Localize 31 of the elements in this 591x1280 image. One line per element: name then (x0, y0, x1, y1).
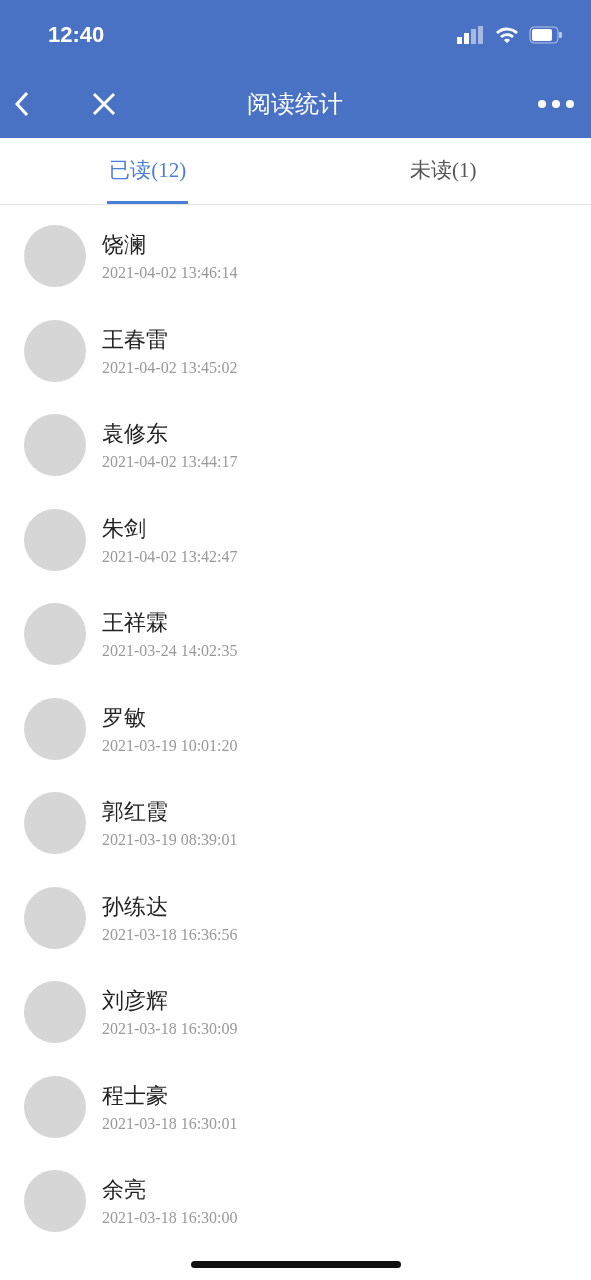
read-time: 2021-03-19 10:01:20 (102, 736, 238, 755)
more-icon[interactable] (537, 99, 575, 109)
battery-icon (529, 26, 563, 44)
status-time: 12:40 (48, 22, 105, 48)
wifi-icon (495, 26, 519, 44)
read-time: 2021-03-18 16:30:00 (102, 1209, 238, 1228)
reader-name: 袁修东 (102, 420, 169, 449)
tab[interactable]: 未读(1) (408, 138, 479, 204)
read-time: 2021-04-02 13:44:17 (102, 453, 238, 472)
read-time: 2021-04-02 13:46:14 (102, 264, 238, 283)
reader-name: 刘彦辉 (102, 987, 169, 1016)
read-time: 2021-04-02 13:42:47 (102, 547, 238, 566)
signal-icon (457, 26, 485, 44)
reader-name: 程士豪 (102, 1081, 169, 1110)
tab[interactable]: 已读(12) (107, 138, 189, 204)
read-time: 2021-03-18 16:36:56 (102, 925, 238, 944)
read-time: 2021-03-19 08:39:01 (102, 831, 238, 850)
close-icon[interactable] (92, 92, 116, 116)
reader-name: 饶澜 (102, 231, 147, 260)
reader-name: 罗敏 (102, 703, 147, 732)
page-title: 阅读统计 (245, 89, 344, 120)
reader-name: 朱剑 (102, 514, 147, 543)
read-time: 2021-04-02 13:45:02 (102, 358, 238, 377)
reader-name: 孙练达 (102, 892, 169, 921)
reader-name: 王祥霖 (102, 609, 169, 638)
reader-name: 王春雷 (102, 325, 169, 354)
reader-name: 郭红霞 (102, 798, 169, 827)
read-time: 2021-03-18 16:30:01 (102, 1114, 238, 1133)
read-time: 2021-03-24 14:02:35 (102, 642, 238, 661)
reader-name: 余亮 (102, 1176, 147, 1205)
read-time: 2021-03-18 16:30:09 (102, 1020, 238, 1039)
